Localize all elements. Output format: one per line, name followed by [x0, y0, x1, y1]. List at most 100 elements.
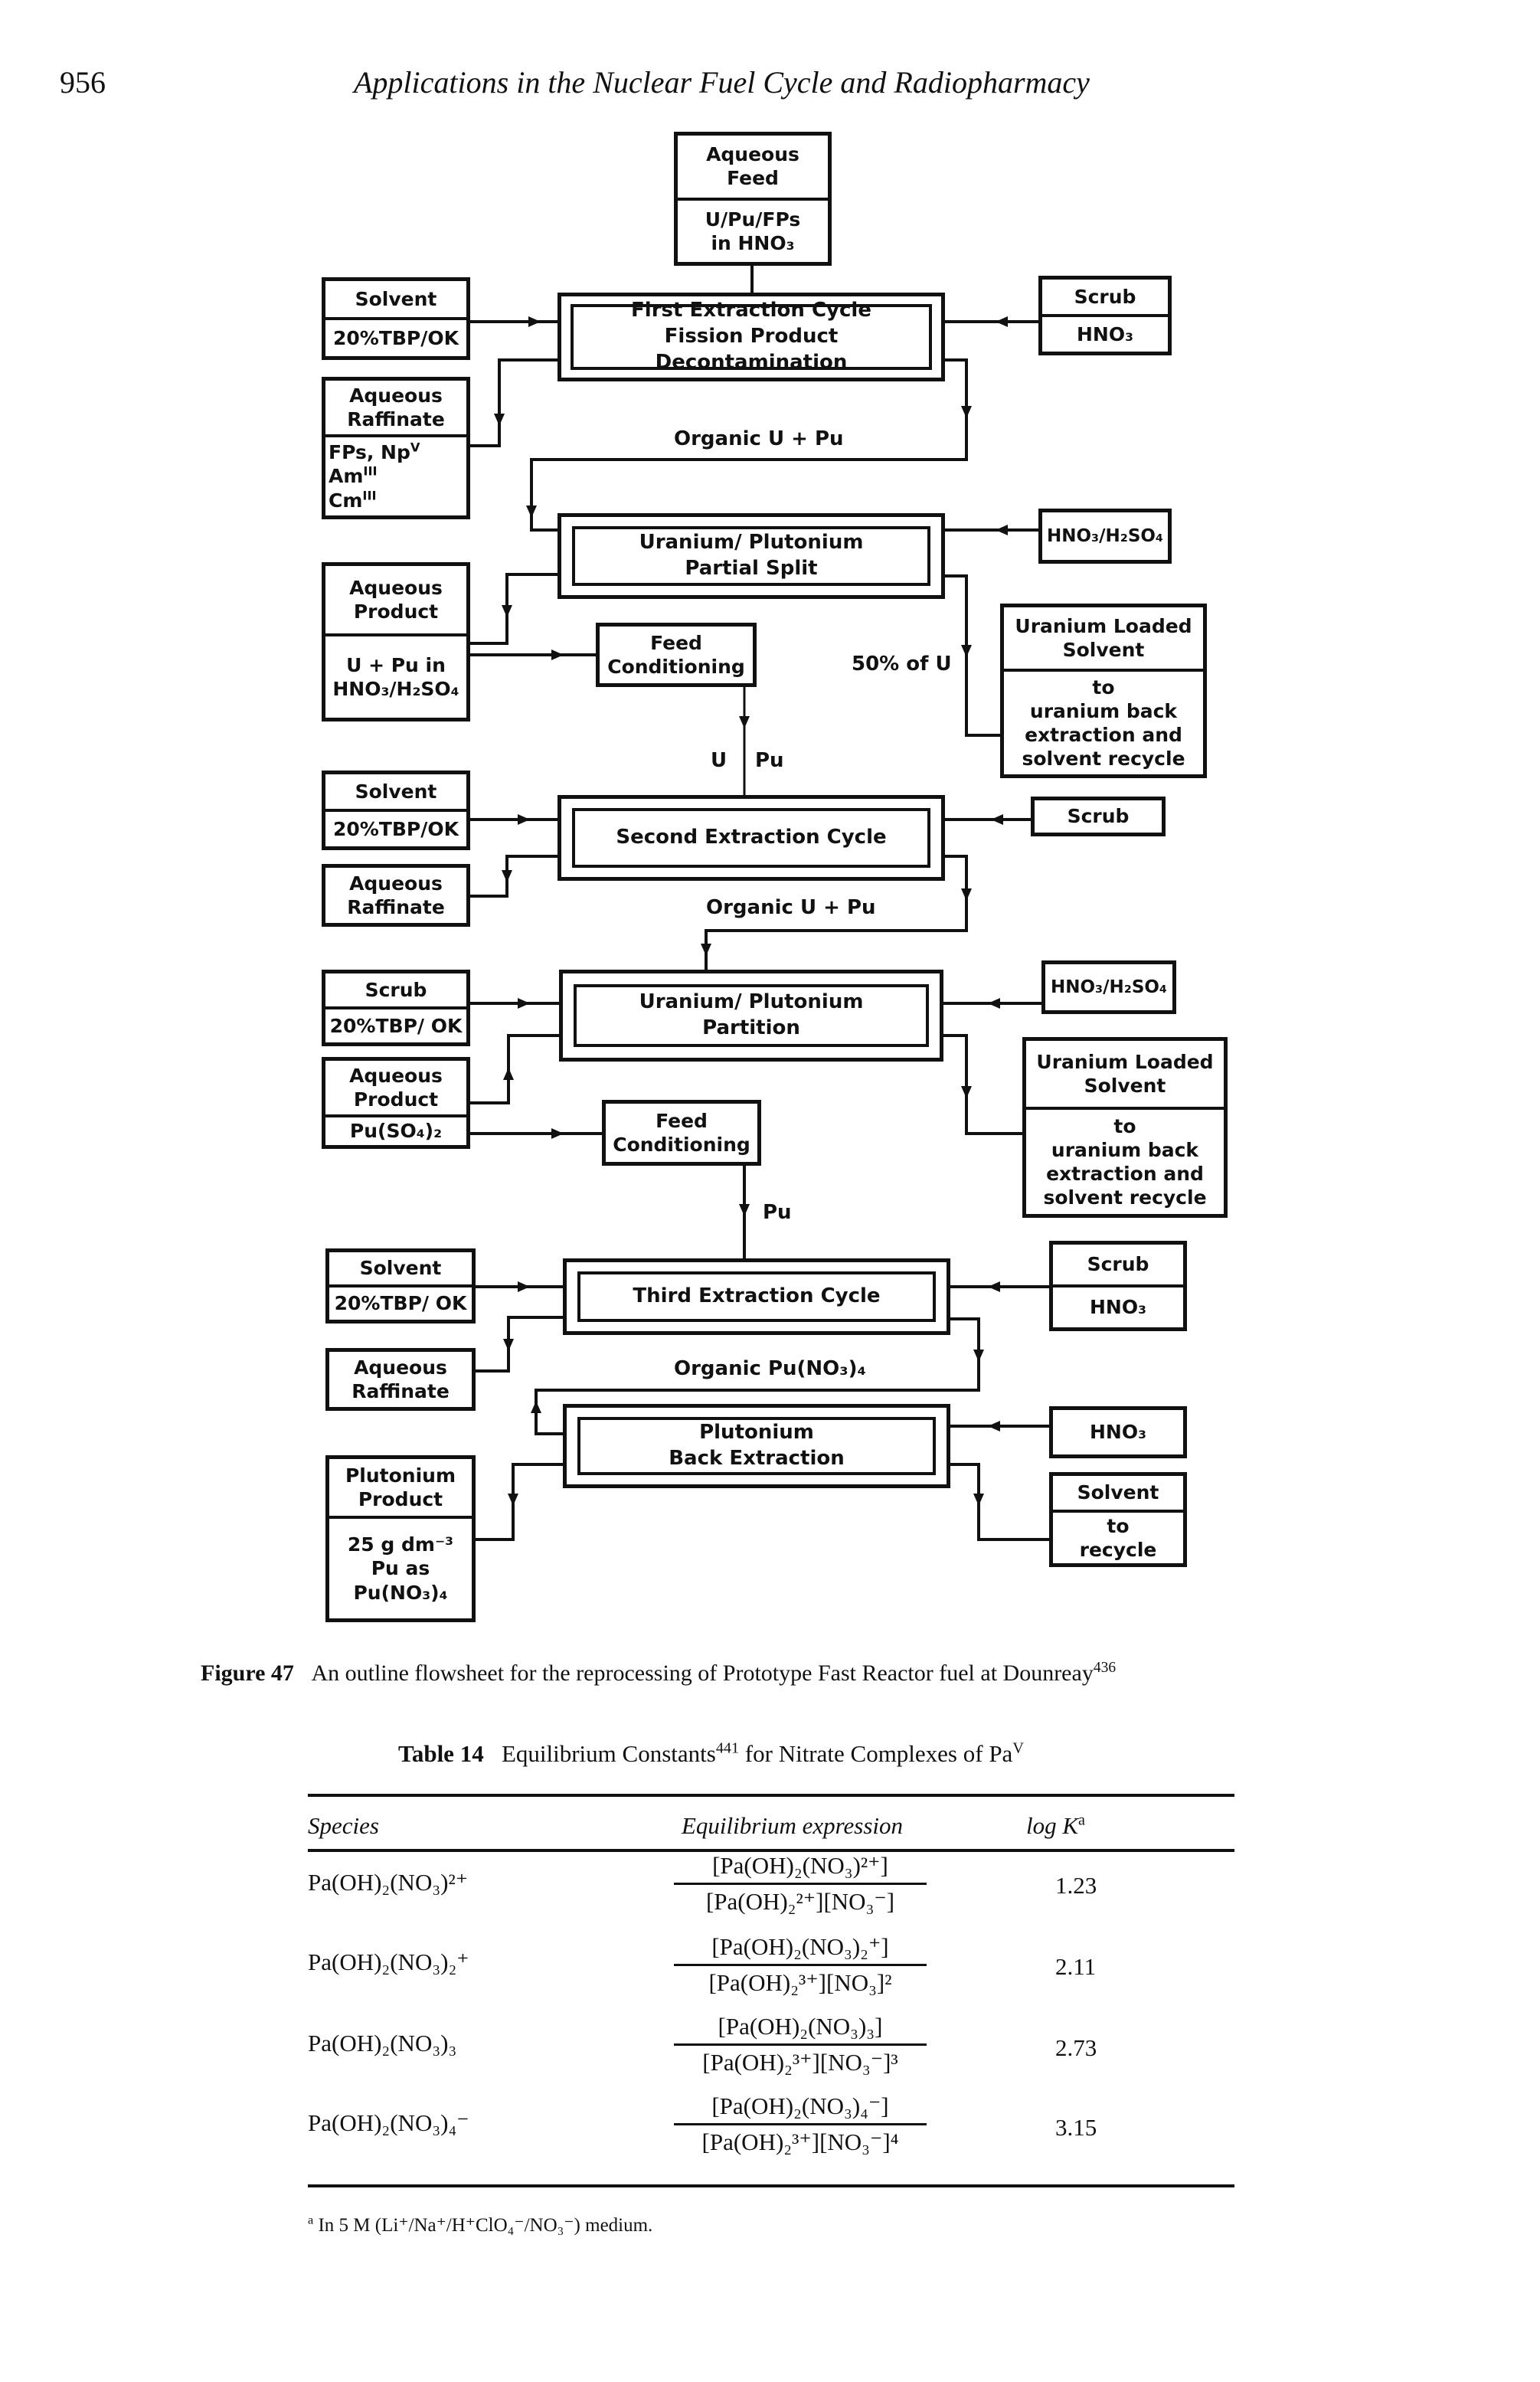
aqueous-product-box-2: Aqueous Product Pu(SO₄)₂ — [322, 1057, 470, 1149]
solvent-content: 20%TBP/OK — [325, 809, 466, 846]
arrow-icon — [996, 525, 1008, 535]
arrow-icon — [739, 1204, 750, 1216]
denominator: [Pa(OH)₂³⁺][NO₃⁻]³ — [702, 2049, 898, 2076]
stream-u-label: U — [711, 749, 727, 772]
fifty-percent-u-label: 50% of U — [852, 653, 952, 676]
aqueous-feed-content: U/Pu/FPs — [705, 208, 801, 231]
organic-u-pu-label-2: Organic U + Pu — [706, 896, 876, 919]
feed-conditioning-box-2: Feed Conditioning — [602, 1100, 761, 1166]
raffinate-title: Aqueous — [349, 384, 443, 407]
solvent-content: to — [1107, 1515, 1130, 1537]
arrow-icon — [528, 316, 541, 327]
species-cell: Pa(OH)₂(NO₃)₃ — [308, 2030, 457, 2056]
raffinate-title: Aqueous — [354, 1356, 447, 1379]
raffinate-title-2: Raffinate — [351, 1380, 450, 1402]
figure-caption: Figure 47 An outline flowsheet for the r… — [201, 1661, 1116, 1687]
product-title-2: Product — [353, 1088, 439, 1111]
pu-product-title-2: Product — [358, 1488, 443, 1510]
uranium-solvent-title: Uranium Loaded — [1015, 614, 1192, 637]
log-k-cell: 1.23 — [1055, 1872, 1097, 1899]
equilibrium-expression: [Pa(OH)₂(NO₃)₂⁺] [Pa(OH)₂³⁺][NO₃]² — [674, 1933, 927, 1997]
solvent-box-3: Solvent 20%TBP/ OK — [325, 1248, 476, 1324]
arrow-icon — [551, 649, 564, 660]
feed-conditioning-box-1: Feed Conditioning — [596, 623, 757, 687]
product-content: U + Pu in — [346, 653, 446, 676]
process-title: Third Extraction Cycle — [633, 1284, 881, 1308]
figure-caption-text: An outline flowsheet for the reprocessin… — [311, 1661, 1094, 1686]
raffinate-title-2: Raffinate — [347, 408, 445, 430]
table-reference: 441 — [715, 1739, 740, 1757]
arrow-icon — [996, 316, 1008, 327]
pu-product-line — [475, 1463, 563, 1541]
organic-u-pu-label-1: Organic U + Pu — [674, 427, 844, 450]
plutonium-product-box: Plutonium Product 25 g dm⁻³ Pu as Pu(NO₃)₄ — [325, 1455, 476, 1622]
reagent-label: HNO₃ — [1089, 1421, 1147, 1444]
uranium-solvent-title-2: Solvent — [1062, 639, 1145, 661]
denominator: [Pa(OH)₂³⁺][NO₃⁻]⁴ — [701, 2128, 899, 2155]
uranium-solvent-content-3: extraction and — [1025, 724, 1182, 746]
solvent-box-1: Solvent 20%TBP/OK — [322, 277, 470, 360]
table-footnote: a In 5 M (Li⁺/Na⁺/H⁺ClO₄⁻/NO₃⁻) medium. — [308, 2213, 652, 2236]
solvent-title: Solvent — [1077, 1481, 1159, 1504]
uranium-solvent-content-4: solvent recycle — [1043, 1186, 1207, 1209]
scrub-box-1: Scrub HNO₃ — [1038, 276, 1172, 355]
uranium-solvent-content: to — [1113, 1114, 1136, 1137]
back-reagent-box: HNO₃ — [1049, 1406, 1187, 1458]
partition-reagent-box: HNO₃/H₂SO₄ — [1041, 960, 1176, 1014]
scrub-content: 20%TBP/ OK — [325, 1006, 466, 1042]
numerator: [Pa(OH)₂(NO₃)²⁺] — [674, 1852, 927, 1885]
arrow-icon — [739, 716, 750, 728]
table-top-rule — [308, 1794, 1234, 1797]
raffinate-line-1: FPs, NpV — [329, 440, 420, 464]
process-subtitle: Fission Product Decontamination — [655, 325, 848, 374]
pu-product-content: 25 g dm⁻³ — [347, 1533, 454, 1556]
species-cell: Pa(OH)₂(NO₃)²⁺ — [308, 1869, 469, 1896]
raffinate-title-2: Raffinate — [347, 896, 445, 918]
back-extraction-box: Plutonium Back Extraction — [563, 1404, 950, 1488]
solvent-recycle-box: Solvent to recycle — [1049, 1472, 1187, 1567]
partition-uranium-line — [942, 1034, 1022, 1135]
scrub-title: Scrub — [1067, 805, 1130, 828]
stream-pu-label: Pu — [755, 749, 784, 772]
partial-split-box: Uranium/ Plutonium Partial Split — [557, 513, 945, 599]
figure-label: Figure 47 — [201, 1661, 294, 1686]
pu-product-content-3: Pu(NO₃)₄ — [353, 1581, 448, 1604]
reagent-label: HNO₃/H₂SO₄ — [1046, 525, 1164, 546]
footnote-text: In 5 M (Li⁺/Na⁺/H⁺ClO₄⁻/NO₃⁻) medium. — [318, 2215, 653, 2236]
table-title-rest: for Nitrate Complexes of Pa — [739, 1740, 1013, 1767]
arrow-icon — [988, 1281, 1000, 1292]
uranium-solvent-content: to — [1092, 676, 1115, 699]
species-cell: Pa(OH)₂(NO₃)₄⁻ — [308, 2109, 469, 2136]
solvent-content: 20%TBP/ OK — [329, 1284, 472, 1320]
process-subtitle: Partition — [702, 1016, 800, 1039]
arrow-icon — [531, 1401, 541, 1413]
partition-box: Uranium/ Plutonium Partition — [559, 970, 943, 1062]
table-title-superscript: V — [1012, 1739, 1024, 1757]
uranium-loaded-solvent-box-2: Uranium Loaded Solvent to uranium back extr… — [1022, 1037, 1228, 1218]
third-extraction-cycle-box: Third Extraction Cycle — [563, 1258, 950, 1335]
scrub-content: HNO₃ — [1053, 1284, 1183, 1327]
header-log-k: log Ka — [1026, 1811, 1085, 1839]
product-title: Aqueous — [349, 1064, 443, 1087]
aqueous-product-box-1: Aqueous Product U + Pu in HNO₃/H₂SO₄ — [322, 562, 470, 721]
split-reagent-box: HNO₃/H₂SO₄ — [1038, 509, 1172, 564]
header-species: Species — [308, 1812, 379, 1839]
figure-reference: 436 — [1093, 1660, 1117, 1676]
numerator: [Pa(OH)₂(NO₃)₃] — [674, 2013, 927, 2046]
reagent-label: HNO₃/H₂SO₄ — [1050, 977, 1168, 997]
feed-conditioning-title: Feed — [656, 1109, 708, 1132]
first-extraction-cycle-box: First Extraction Cycle Fission Product De… — [557, 293, 945, 381]
organic-pu-nitrate-label: Organic Pu(NO₃)₄ — [674, 1357, 866, 1380]
arrow-icon — [518, 1281, 530, 1292]
table-title: Table 14 Equilibrium Constants441 for Ni… — [398, 1740, 1024, 1768]
arrow-icon — [961, 888, 972, 901]
uranium-solvent-title-2: Solvent — [1084, 1075, 1166, 1097]
arrow-icon — [508, 1494, 518, 1506]
aqueous-raffinate-box-2: Aqueous Raffinate — [322, 864, 470, 927]
process-title: First Extraction Cycle — [631, 299, 871, 322]
footnote-mark: a — [308, 2213, 314, 2227]
raffinate3-line — [475, 1316, 563, 1373]
solvent-content: 20%TBP/OK — [325, 317, 466, 356]
arrow-icon — [973, 1350, 984, 1362]
aqueous-raffinate-box-3: Aqueous Raffinate — [325, 1348, 476, 1411]
